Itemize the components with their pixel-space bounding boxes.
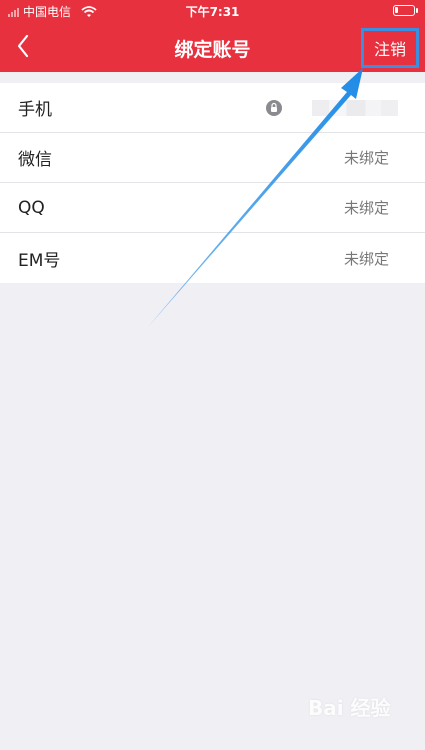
account-item-em[interactable]: EM号 未绑定 bbox=[0, 233, 425, 283]
account-item-phone[interactable]: 手机 bbox=[0, 83, 425, 133]
logout-button[interactable]: 注销 bbox=[361, 28, 419, 68]
account-label: 手机 bbox=[18, 100, 52, 120]
watermark: Bai 经验 bbox=[308, 696, 391, 720]
account-status: 未绑定 bbox=[343, 149, 389, 167]
account-item-qq[interactable]: QQ 未绑定 bbox=[0, 183, 425, 233]
account-item-wechat[interactable]: 微信 未绑定 bbox=[0, 133, 425, 183]
battery-icon bbox=[393, 5, 418, 16]
account-list: 手机 微信 未绑定 QQ 未绑定 EM号 未绑定 bbox=[0, 83, 425, 283]
account-label: EM号 bbox=[18, 250, 61, 271]
status-bar: 中国电信 下午7:31 bbox=[0, 0, 425, 20]
account-status: 未绑定 bbox=[343, 199, 389, 217]
account-status: 未绑定 bbox=[343, 249, 389, 268]
masked-phone-number bbox=[312, 100, 398, 116]
status-time: 下午7:31 bbox=[185, 5, 240, 19]
app-header: 中国电信 下午7:31 绑定账号 注销 bbox=[0, 0, 425, 72]
battery-level bbox=[395, 7, 398, 13]
lock-icon bbox=[266, 100, 282, 116]
account-label: QQ bbox=[18, 197, 45, 218]
account-label: 微信 bbox=[18, 150, 52, 170]
